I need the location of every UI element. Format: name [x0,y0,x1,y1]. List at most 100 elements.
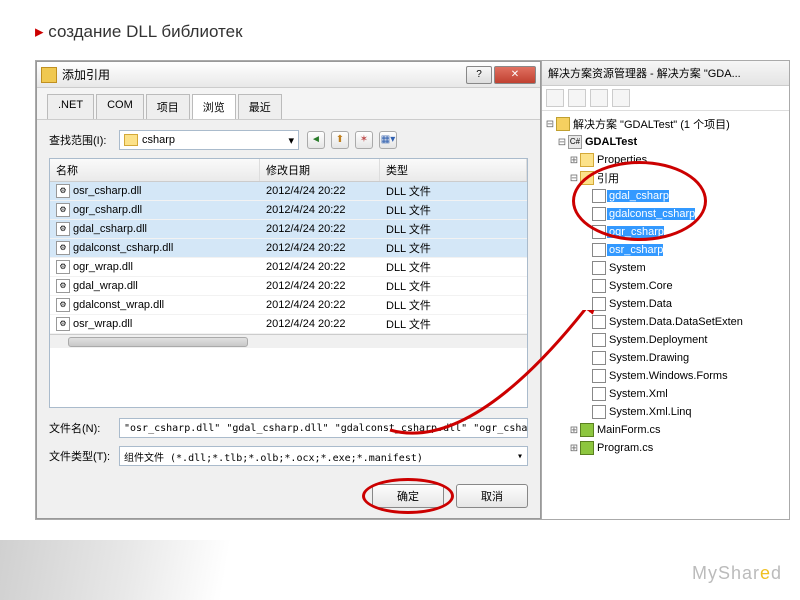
toolbar-button[interactable] [546,89,564,107]
slide-title: создание DLL библиотек [35,22,243,42]
dialog-tabs: .NETCOM项目浏览最近 [37,88,540,120]
dll-icon: ⚙ [56,279,70,293]
solution-tree[interactable]: ⊟解决方案 "GDALTest" (1 个项目) ⊟C#GDALTest ⊞Pr… [542,111,789,461]
reference-icon [592,351,606,365]
tab-最近[interactable]: 最近 [238,94,282,119]
reference-icon [592,207,606,221]
col-name[interactable]: 名称 [50,159,260,181]
dialog-title: 添加引用 [62,66,466,83]
lookup-label: 查找范围(I): [49,132,119,148]
dll-icon: ⚙ [56,317,70,331]
reference-node[interactable]: System.Data [544,295,787,313]
cs-file-node[interactable]: ⊞MainForm.cs [544,421,787,439]
toolbar-button[interactable] [568,89,586,107]
dialog-icon [41,67,57,83]
nav-newfolder-icon[interactable]: ✶ [355,131,373,149]
file-row[interactable]: ⚙osr_csharp.dll2012/4/24 20:22DLL 文件 [50,182,527,201]
reference-node[interactable]: gdalconst_csharp [544,205,787,223]
tab-浏览[interactable]: 浏览 [192,94,236,119]
reference-icon [592,261,606,275]
cs-file-icon [580,441,594,455]
cancel-button[interactable]: 取消 [456,484,528,508]
file-row[interactable]: ⚙ogr_wrap.dll2012/4/24 20:22DLL 文件 [50,258,527,277]
references-icon [580,171,594,185]
file-list-headers: 名称 修改日期 类型 [50,159,527,182]
tab-.net[interactable]: .NET [47,94,94,119]
folder-icon [580,153,594,167]
folder-name: csharp [142,134,175,146]
reference-node[interactable]: System.Drawing [544,349,787,367]
reference-node[interactable]: System.Core [544,277,787,295]
dll-icon: ⚙ [56,241,70,255]
toolbar-button[interactable] [612,89,630,107]
references-node[interactable]: ⊟引用 [544,169,787,187]
reference-node[interactable]: osr_csharp [544,241,787,259]
reference-node[interactable]: System.Windows.Forms [544,367,787,385]
reference-icon [592,279,606,293]
file-row[interactable]: ⚙gdalconst_csharp.dll2012/4/24 20:22DLL … [50,239,527,258]
col-date[interactable]: 修改日期 [260,159,380,181]
reference-icon [592,333,606,347]
toolbar-button[interactable] [590,89,608,107]
add-reference-dialog: 添加引用 ? ✕ .NETCOM项目浏览最近 查找范围(I): csharp ▾… [36,61,541,519]
project-icon: C# [568,135,582,149]
help-button[interactable]: ? [466,66,492,84]
solution-explorer: 解决方案资源管理器 - 解决方案 "GDA... ⊟解决方案 "GDALTest… [541,61,789,519]
file-row[interactable]: ⚙gdal_wrap.dll2012/4/24 20:22DLL 文件 [50,277,527,296]
reference-node[interactable]: gdal_csharp [544,187,787,205]
solution-toolbar [542,86,789,111]
cs-file-node[interactable]: ⊞Program.cs [544,439,787,457]
tab-项目[interactable]: 项目 [146,94,190,119]
reference-node[interactable]: System.Xml [544,385,787,403]
properties-node[interactable]: ⊞Properties [544,151,787,169]
scroll-thumb[interactable] [68,337,248,347]
file-list[interactable]: 名称 修改日期 类型 ⚙osr_csharp.dll2012/4/24 20:2… [49,158,528,408]
nav-up-icon[interactable]: ⬆ [331,131,349,149]
reference-icon [592,243,606,257]
reference-icon [592,387,606,401]
dll-icon: ⚙ [56,260,70,274]
solution-icon [556,117,570,131]
reference-node[interactable]: ogr_csharp [544,223,787,241]
dll-icon: ⚙ [56,222,70,236]
dll-icon: ⚙ [56,203,70,217]
file-row[interactable]: ⚙gdalconst_wrap.dll2012/4/24 20:22DLL 文件 [50,296,527,315]
nav-view-icon[interactable]: ▦▾ [379,131,397,149]
filetype-combo[interactable]: 组件文件 (*.dll;*.tlb;*.olb;*.ocx;*.exe;*.ma… [119,446,528,466]
filename-label: 文件名(N): [49,420,119,436]
reference-icon [592,315,606,329]
file-row[interactable]: ⚙gdal_csharp.dll2012/4/24 20:22DLL 文件 [50,220,527,239]
nav-back-icon[interactable]: ◄ [307,131,325,149]
reference-icon [592,297,606,311]
reference-node[interactable]: System [544,259,787,277]
dll-icon: ⚙ [56,184,70,198]
dialog-titlebar: 添加引用 ? ✕ [37,62,540,88]
filename-input[interactable]: "osr_csharp.dll" "gdal_csharp.dll" "gdal… [119,418,528,438]
folder-icon [124,134,138,146]
horizontal-scrollbar[interactable] [50,334,527,348]
reference-node[interactable]: System.Data.DataSetExten [544,313,787,331]
reference-icon [592,369,606,383]
close-button[interactable]: ✕ [494,66,536,84]
file-row[interactable]: ⚙ogr_csharp.dll2012/4/24 20:22DLL 文件 [50,201,527,220]
filetype-label: 文件类型(T): [49,448,119,464]
solution-explorer-title: 解决方案资源管理器 - 解决方案 "GDA... [542,61,789,86]
ok-button[interactable]: 确定 [372,484,444,508]
cs-file-icon [580,423,594,437]
folder-combo[interactable]: csharp ▾ [119,130,299,150]
solution-node[interactable]: ⊟解决方案 "GDALTest" (1 个项目) [544,115,787,133]
reference-node[interactable]: System.Deployment [544,331,787,349]
watermark: MyShared [692,563,782,584]
slide-decoration [0,540,320,600]
reference-icon [592,405,606,419]
file-row[interactable]: ⚙osr_wrap.dll2012/4/24 20:22DLL 文件 [50,315,527,334]
reference-icon [592,189,606,203]
main-container: 添加引用 ? ✕ .NETCOM项目浏览最近 查找范围(I): csharp ▾… [35,60,790,520]
project-node[interactable]: ⊟C#GDALTest [544,133,787,151]
reference-icon [592,225,606,239]
ok-button-highlight: 确定 [372,484,444,508]
dll-icon: ⚙ [56,298,70,312]
tab-com[interactable]: COM [96,94,144,119]
reference-node[interactable]: System.Xml.Linq [544,403,787,421]
col-type[interactable]: 类型 [380,159,527,181]
